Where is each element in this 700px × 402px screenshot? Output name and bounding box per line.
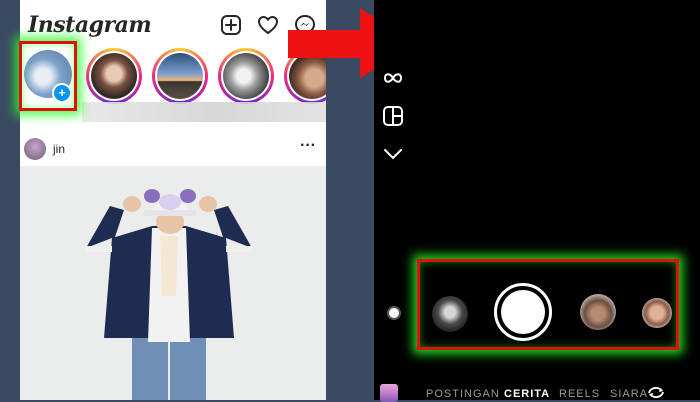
your-story-highlight <box>19 41 77 111</box>
mode-cerita[interactable]: CERITA <box>504 388 550 400</box>
story-names-placeholder <box>82 102 326 122</box>
gallery-thumbnail[interactable] <box>380 384 398 402</box>
flip-camera-icon[interactable] <box>646 385 666 400</box>
mode-siaran[interactable]: SIARA <box>610 388 648 400</box>
effect-thumbnail[interactable] <box>642 298 672 328</box>
chevron-down-icon[interactable] <box>382 144 404 164</box>
effect-thumbnail[interactable] <box>580 294 616 330</box>
app-title: Instagram <box>28 12 152 38</box>
story-avatar[interactable] <box>86 48 142 104</box>
gallery-dot-icon[interactable] <box>387 306 401 320</box>
heart-icon[interactable] <box>257 14 279 36</box>
post-username[interactable]: jin <box>53 142 65 156</box>
effect-thumbnail[interactable] <box>432 296 468 332</box>
mode-reels[interactable]: REELS <box>559 388 600 400</box>
layout-icon[interactable] <box>382 106 404 126</box>
mode-postingan[interactable]: POSTINGAN <box>426 388 500 400</box>
story-avatar[interactable] <box>152 48 208 104</box>
post-photo[interactable] <box>20 166 326 400</box>
shutter-button[interactable] <box>494 283 552 341</box>
new-post-icon[interactable] <box>220 14 242 36</box>
boomerang-icon[interactable] <box>382 68 404 88</box>
post-avatar[interactable] <box>24 138 46 160</box>
story-avatar[interactable] <box>218 48 274 104</box>
post-header: jin ··· <box>20 134 326 166</box>
camera-mode-bar: POSTINGAN CERITA REELS SIARA <box>374 382 700 402</box>
more-options-icon[interactable]: ··· <box>300 137 316 155</box>
